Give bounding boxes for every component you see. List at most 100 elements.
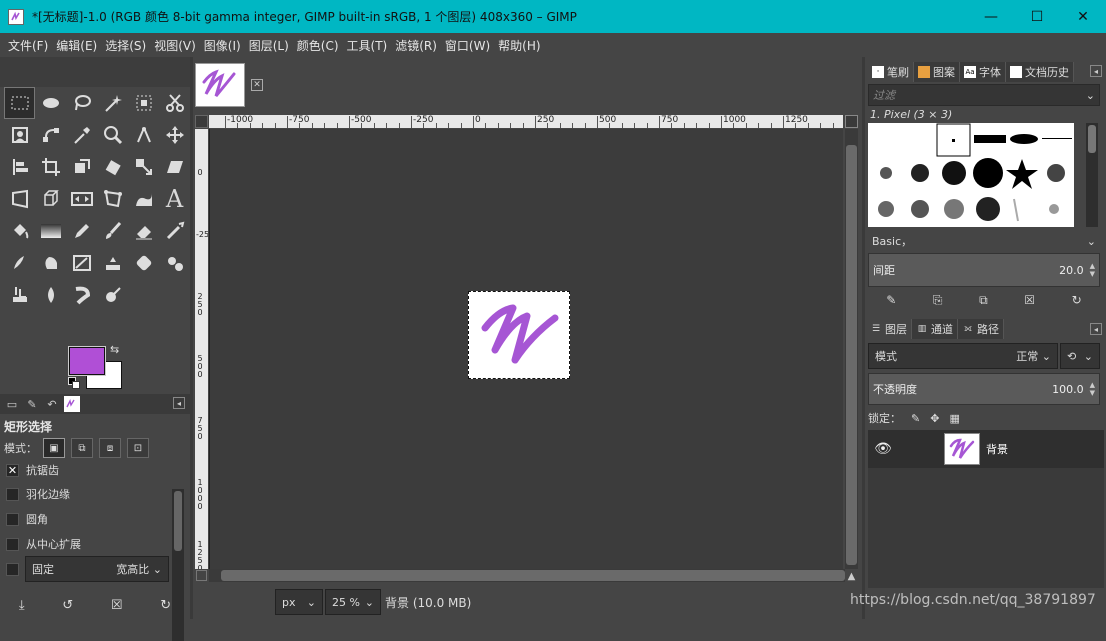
horizontal-scrollbar[interactable]	[209, 569, 845, 582]
tab-patterns[interactable]: 图案	[914, 62, 960, 82]
right-pane-sash[interactable]	[862, 57, 865, 619]
menu-file[interactable]: 文件(F)	[4, 37, 52, 54]
left-pane-sash[interactable]	[190, 57, 193, 619]
menu-view[interactable]: 视图(V)	[150, 37, 200, 54]
zoom-image-button[interactable]	[845, 115, 858, 128]
unit-selector[interactable]: px ⌄	[275, 589, 323, 615]
lasso-icon[interactable]	[66, 87, 97, 119]
tool-options-tab-icon[interactable]: ▭	[4, 396, 20, 412]
perspective-clone-icon[interactable]	[128, 247, 159, 279]
text-icon[interactable]: A	[159, 183, 190, 215]
menu-filters[interactable]: 滤镜(R)	[391, 37, 441, 54]
menu-select[interactable]: 选择(S)	[101, 37, 150, 54]
gradient-icon[interactable]	[35, 215, 66, 247]
scissors-icon[interactable]	[159, 87, 190, 119]
paths-icon[interactable]	[35, 119, 66, 151]
spin-arrows-icon[interactable]: ▲ ▼	[1090, 262, 1095, 278]
blur-sharpen-icon[interactable]	[159, 247, 190, 279]
expand-center-checkbox[interactable]	[6, 537, 19, 551]
layer-mode-selector[interactable]: 模式 正常 ⌄	[868, 343, 1058, 369]
antialias-row[interactable]: ✕ 抗锯齿	[6, 462, 59, 478]
flip-icon[interactable]	[66, 183, 97, 215]
perspective-icon[interactable]	[4, 183, 35, 215]
tab-document-history[interactable]: 文档历史	[1006, 62, 1074, 82]
delete-brush-icon[interactable]: ☒	[1024, 293, 1035, 307]
expand-center-row[interactable]: 从中心扩展	[6, 536, 81, 552]
foreground-color-swatch[interactable]	[68, 346, 106, 376]
lock-alpha-icon[interactable]: ▦	[949, 412, 959, 425]
zoom-icon[interactable]	[97, 119, 128, 151]
color-picker-icon[interactable]	[66, 119, 97, 151]
feather-checkbox[interactable]	[6, 487, 19, 501]
ink-icon[interactable]	[4, 247, 35, 279]
opacity-slider[interactable]: 不透明度 100.0 ▲ ▼	[868, 373, 1100, 405]
align-icon[interactable]	[4, 151, 35, 183]
mypaint-brush-icon[interactable]	[35, 247, 66, 279]
measure-icon[interactable]	[128, 119, 159, 151]
mode-add-button[interactable]: ⧉	[71, 438, 93, 458]
maximize-button[interactable]: ☐	[1014, 0, 1060, 33]
airbrush-icon[interactable]	[159, 215, 190, 247]
menu-help[interactable]: 帮助(H)	[494, 37, 544, 54]
paint-select-icon[interactable]	[66, 279, 97, 311]
tab-fonts[interactable]: Aa 字体	[960, 62, 1006, 82]
horizontal-ruler[interactable]: -1000 -750 -500 -250 0 250 500 750 1000 1250	[209, 115, 843, 128]
3d-transform-icon[interactable]	[35, 183, 66, 215]
unified-transform-icon[interactable]	[66, 151, 97, 183]
fixed-combo[interactable]: 固定 宽高比 ⌄	[25, 556, 169, 582]
fuzzy-select-icon[interactable]	[97, 87, 128, 119]
heal-icon[interactable]	[97, 247, 128, 279]
clone-icon[interactable]	[66, 247, 97, 279]
zoom-selector[interactable]: 25 % ⌄	[325, 589, 381, 615]
rounded-row[interactable]: 圆角	[6, 511, 48, 527]
navigate-icon[interactable]: ▲	[845, 570, 858, 582]
lock-position-icon[interactable]: ✥	[930, 412, 939, 425]
ruler-corner[interactable]	[195, 115, 208, 128]
tab-brushes[interactable]: · 笔刷	[868, 62, 914, 82]
menu-windows[interactable]: 窗口(W)	[441, 37, 494, 54]
menu-colors[interactable]: 颜色(C)	[293, 37, 343, 54]
lock-pixels-icon[interactable]: ✎	[911, 412, 920, 425]
fixed-checkbox[interactable]	[6, 562, 19, 576]
undo-history-tab-icon[interactable]: ↶	[44, 396, 60, 412]
select-by-color-icon[interactable]	[128, 87, 159, 119]
edit-brush-icon[interactable]: ✎	[886, 293, 896, 307]
brush-filter-input[interactable]: 过滤 ⌄	[868, 84, 1100, 106]
composite-mode-selector[interactable]: ⟲ ⌄	[1060, 343, 1100, 369]
crop-icon[interactable]	[35, 151, 66, 183]
layer-item[interactable]: 👁 背景	[868, 430, 1104, 468]
rounded-checkbox[interactable]	[6, 512, 19, 526]
quick-mask-toggle[interactable]	[196, 570, 207, 581]
layers-list-empty-area[interactable]	[868, 468, 1104, 588]
mode-replace-button[interactable]: ▣	[43, 438, 65, 458]
layers-dock-menu-icon[interactable]: ◂	[1090, 323, 1102, 335]
menu-layer[interactable]: 图层(L)	[245, 37, 293, 54]
smudge-icon[interactable]	[4, 279, 35, 311]
canvas-area[interactable]	[209, 129, 843, 569]
mode-intersect-button[interactable]: ⊡	[127, 438, 149, 458]
restore-options-icon[interactable]: ↺	[62, 598, 73, 613]
brush-dock-menu-icon[interactable]: ◂	[1090, 65, 1102, 77]
brush-preset-selector[interactable]: Basic， ⌄	[868, 230, 1100, 252]
refresh-brushes-icon[interactable]: ↻	[1072, 293, 1082, 307]
ellipse-select-icon[interactable]	[35, 87, 66, 119]
swap-colors-icon[interactable]: ⇆	[110, 343, 119, 356]
close-button[interactable]: ✕	[1060, 0, 1106, 33]
spacing-slider[interactable]: 间距 20.0 ▲ ▼	[868, 253, 1100, 287]
default-colors-icon[interactable]	[68, 377, 80, 389]
foreground-select-icon[interactable]	[4, 119, 35, 151]
pencil-icon[interactable]	[66, 215, 97, 247]
reset-options-icon[interactable]: ↻	[160, 598, 171, 613]
paintbrush-icon[interactable]	[97, 215, 128, 247]
warp-transform-icon[interactable]	[128, 183, 159, 215]
delete-options-icon[interactable]: ☒	[111, 598, 123, 613]
vertical-scrollbar[interactable]	[845, 129, 858, 569]
toolbox-dock-menu-icon[interactable]: ◂	[173, 397, 185, 409]
tab-layers[interactable]: ☰ 图层	[866, 319, 912, 339]
save-options-icon[interactable]: ⤓	[19, 598, 25, 613]
close-tab-icon[interactable]: ✕	[251, 79, 263, 91]
minimize-button[interactable]: —	[968, 0, 1014, 33]
device-status-tab-icon[interactable]: ✎	[24, 396, 40, 412]
visibility-eye-icon[interactable]: 👁	[868, 441, 898, 457]
tab-paths[interactable]: ⟗ 路径	[958, 319, 1004, 339]
